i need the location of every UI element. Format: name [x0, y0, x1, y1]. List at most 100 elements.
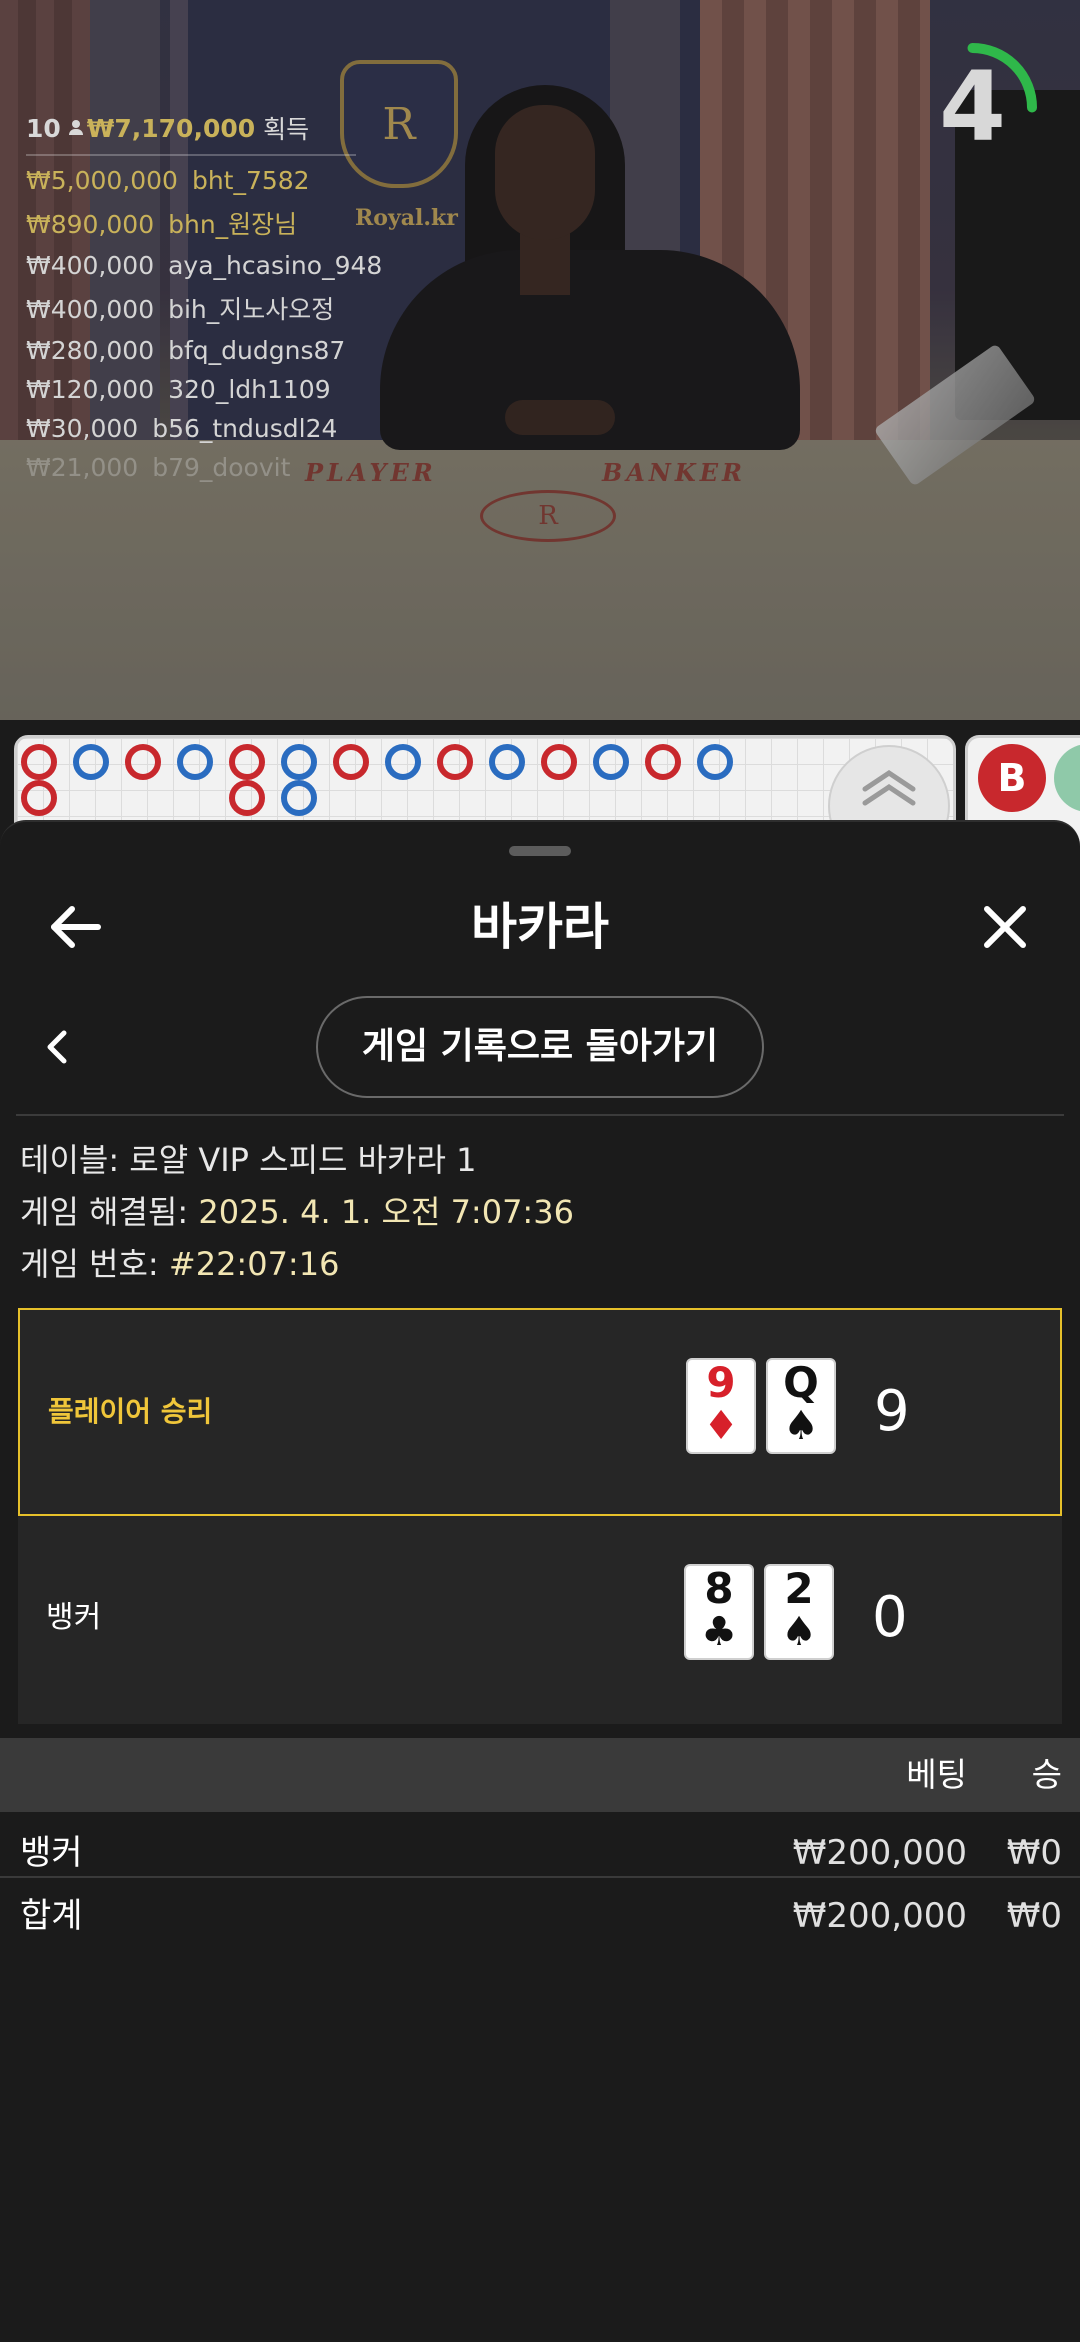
close-button[interactable] — [970, 892, 1040, 962]
winner-amount: ₩280,000 — [26, 336, 155, 365]
banker-bead — [125, 744, 161, 780]
game-history-sheet: 바카라 게임 기록으로 돌아가기 테이블: 로얄 VIP 스피드 바카라 1 게… — [0, 820, 1080, 2342]
table-row: 뱅커 ₩200,000 ₩0 — [0, 1822, 1080, 1884]
table-label: 테이블: — [20, 1141, 120, 1179]
total-name: 합계 — [20, 1896, 83, 1936]
sheet-header: 바카라 — [0, 872, 1080, 982]
game-number-info: 게임 번호: #22:07:16 — [20, 1238, 574, 1290]
player-bead — [593, 744, 629, 780]
club-suit-icon: ♣ — [701, 1609, 737, 1655]
winner-name: b79_doovit — [152, 453, 291, 482]
game-number-label: 게임 번호: — [20, 1245, 159, 1283]
bet-amount: ₩200,000 — [792, 1833, 967, 1873]
banker-card-1: 8 ♣ — [684, 1564, 754, 1660]
spade-suit-icon: ♠ — [783, 1403, 819, 1449]
winner-row: ₩400,000 bih_지노사오정 — [26, 290, 406, 326]
winners-total: ₩7,170,000 — [86, 113, 256, 143]
winner-amount: ₩890,000 — [26, 210, 155, 239]
player-cards: 9 ♦ Q ♠ — [686, 1358, 836, 1454]
bet-name: 뱅커 — [20, 1833, 83, 1873]
banker-bead — [21, 744, 57, 780]
banker-score: 0 — [872, 1585, 908, 1650]
bets-table-header: 베팅 승 — [0, 1738, 1080, 1812]
player-bead — [697, 744, 733, 780]
player-bead — [177, 744, 213, 780]
winner-amount: ₩400,000 — [26, 251, 155, 280]
winner-row: ₩890,000 bhn_원장님 — [26, 205, 406, 241]
total-bet-amount: ₩200,000 — [792, 1896, 967, 1936]
winner-row: ₩280,000 bfq_dudgns87 — [26, 336, 406, 365]
table-value: 로얄 VIP 스피드 바카라 1 — [129, 1141, 477, 1179]
resolved-info: 게임 해결됨: 2025. 4. 1. 오전 7:07:36 — [20, 1186, 574, 1238]
player-bead — [281, 744, 317, 780]
winners-header: 10 ₩7,170,000 획득 — [26, 110, 356, 156]
player-result: 플레이어 승리 9 ♦ Q ♠ 9 — [18, 1308, 1062, 1516]
timer-value: 4 — [939, 51, 1006, 163]
banker-cards: 8 ♣ 2 ♠ — [684, 1564, 834, 1660]
winner-name: bih_지노사오정 — [168, 295, 335, 324]
winners-gain-label: 획득 — [263, 115, 310, 144]
game-number-value: #22:07:16 — [168, 1245, 340, 1283]
winner-name: 320_ldh1109 — [168, 375, 331, 404]
winner-row: ₩30,000 b56_tndusdl24 — [26, 414, 406, 443]
player-badge — [1054, 744, 1080, 812]
winner-name: bht_7582 — [191, 166, 310, 195]
banker-bead — [645, 744, 681, 780]
arrow-left-icon — [51, 906, 101, 948]
previous-game-button[interactable] — [30, 1017, 84, 1077]
winner-name: bfq_dudgns87 — [168, 336, 346, 365]
row-divider — [0, 1876, 1080, 1878]
banker-result: 뱅커 8 ♣ 2 ♠ 0 — [18, 1516, 1062, 1724]
winners-list: 10 ₩7,170,000 획득 ₩5,000,000 bht_7582 ₩890,… — [26, 110, 406, 482]
divider — [16, 1114, 1064, 1116]
people-icon — [68, 120, 83, 136]
winner-amount: ₩21,000 — [26, 453, 139, 482]
chevron-left-icon — [47, 1030, 67, 1064]
back-button[interactable] — [40, 892, 110, 962]
winner-row: ₩120,000 320_ldh1109 — [26, 375, 406, 404]
sheet-drag-handle[interactable] — [509, 846, 571, 856]
spade-suit-icon: ♠ — [781, 1609, 817, 1655]
winner-row: ₩5,000,000 bht_7582 — [26, 166, 406, 195]
table-info: 테이블: 로얄 VIP 스피드 바카라 1 — [20, 1134, 574, 1186]
banker-bead — [229, 780, 265, 816]
chevron-up-icon — [862, 769, 916, 806]
player-card-1: 9 ♦ — [686, 1358, 756, 1454]
winner-name: aya_hcasino_948 — [168, 251, 383, 280]
banker-card-2: 2 ♠ — [764, 1564, 834, 1660]
sheet-title: 바카라 — [471, 898, 609, 956]
live-video-feed: R Royal.kr PLAYER BANKER R 10 ₩7,170,000… — [0, 0, 1080, 720]
win-amount: ₩0 — [1006, 1833, 1062, 1873]
player-bead — [385, 744, 421, 780]
banker-result-label: 뱅커 — [46, 1600, 102, 1635]
winner-row: ₩400,000 aya_hcasino_948 — [26, 251, 406, 280]
player-card-2: Q ♠ — [766, 1358, 836, 1454]
winner-row: ₩21,000 b79_doovit — [26, 453, 406, 482]
player-bead — [73, 744, 109, 780]
resolved-label: 게임 해결됨: — [20, 1193, 189, 1231]
banker-bead — [229, 744, 265, 780]
winner-name: bhn_원장님 — [168, 210, 298, 239]
table-row-total: 합계 ₩200,000 ₩0 — [0, 1885, 1080, 1947]
player-score: 9 — [874, 1379, 910, 1444]
back-to-history-button[interactable]: 게임 기록으로 돌아가기 — [316, 996, 764, 1098]
winner-amount: ₩5,000,000 — [26, 166, 178, 195]
close-icon — [984, 906, 1026, 948]
total-win-amount: ₩0 — [1006, 1896, 1062, 1936]
banker-bead — [21, 780, 57, 816]
winner-amount: ₩120,000 — [26, 375, 155, 404]
banker-bead — [437, 744, 473, 780]
header-bet: 베팅 — [906, 1755, 967, 1794]
diamond-suit-icon: ♦ — [703, 1403, 739, 1449]
header-win: 승 — [1031, 1755, 1062, 1794]
round-timer: 4 — [905, 40, 1040, 175]
player-bead — [281, 780, 317, 816]
game-details: 테이블: 로얄 VIP 스피드 바카라 1 게임 해결됨: 2025. 4. 1… — [20, 1134, 574, 1290]
banker-bead — [333, 744, 369, 780]
banker-badge: B — [978, 744, 1046, 812]
winner-amount: ₩30,000 — [26, 414, 139, 443]
sub-navigation: 게임 기록으로 돌아가기 — [0, 992, 1080, 1102]
winners-count: 10 — [26, 113, 61, 143]
resolved-value: 2025. 4. 1. 오전 7:07:36 — [198, 1193, 574, 1231]
player-bead — [489, 744, 525, 780]
